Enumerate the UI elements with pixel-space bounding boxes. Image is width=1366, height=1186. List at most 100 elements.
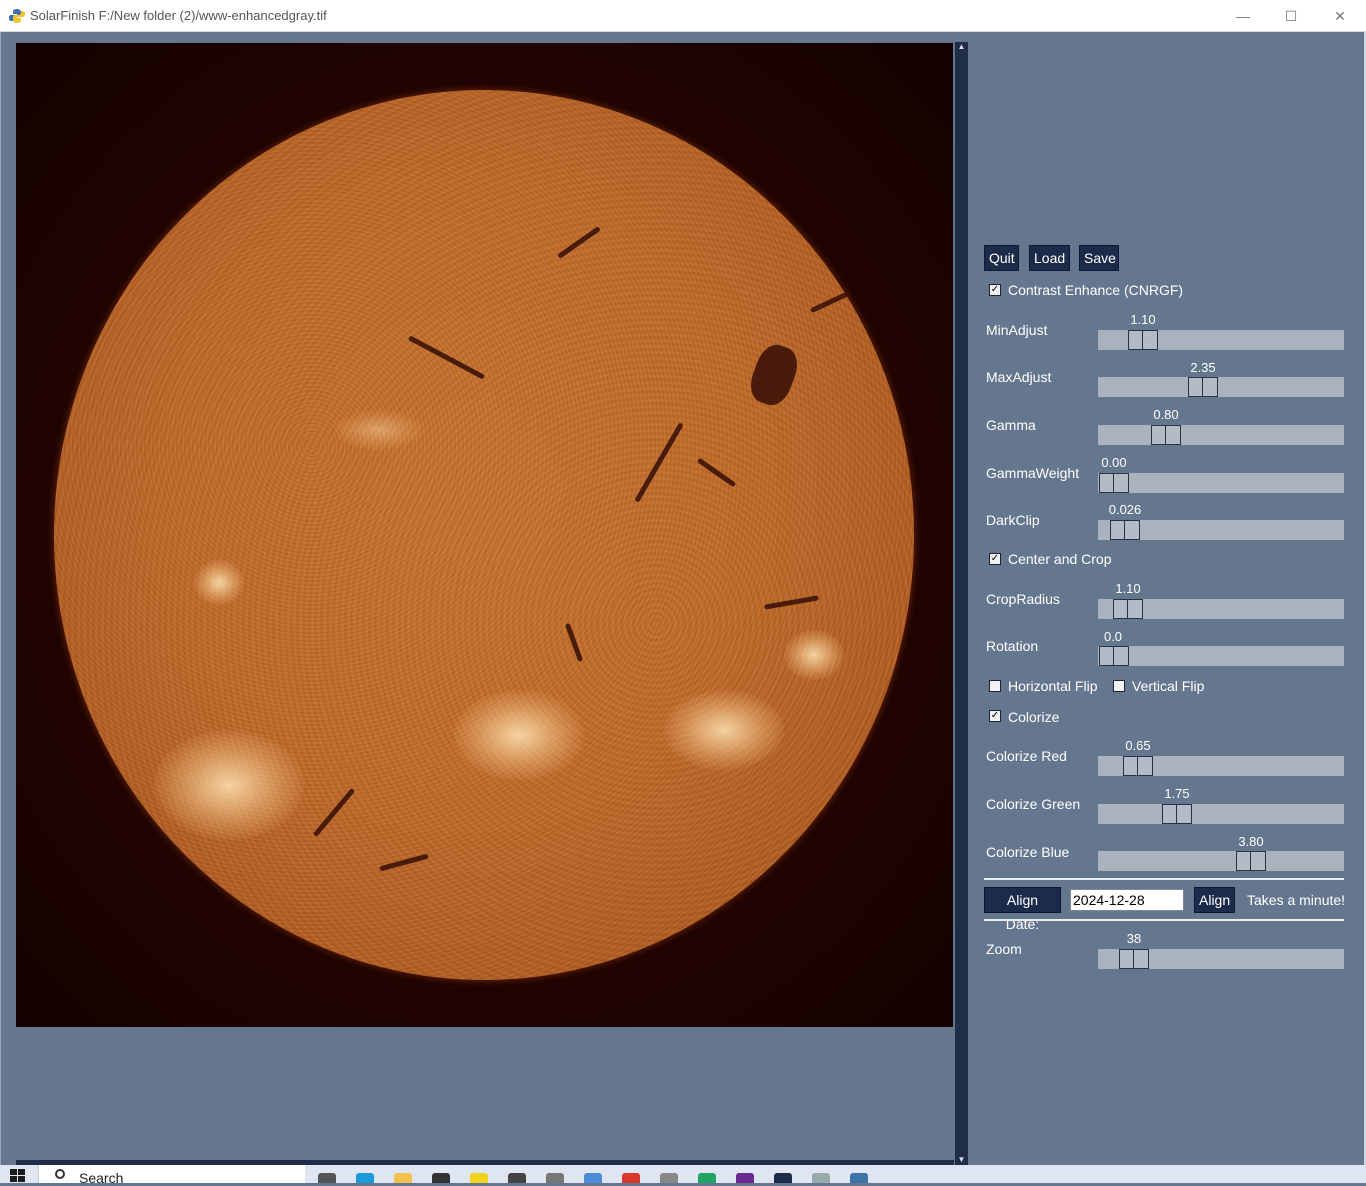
taskbar-search-box[interactable]: Search bbox=[38, 1165, 305, 1186]
taskbar-app-icon[interactable] bbox=[584, 1173, 602, 1183]
taskbar-app-icon[interactable] bbox=[660, 1173, 678, 1183]
slider-thumb[interactable] bbox=[1188, 377, 1218, 397]
window-border-left bbox=[0, 32, 1, 1165]
min-adjust-slider[interactable] bbox=[1098, 330, 1344, 350]
gamma-weight-slider[interactable] bbox=[1098, 473, 1344, 493]
colorize-red-label: Colorize Red bbox=[986, 748, 1067, 764]
save-button[interactable]: Save bbox=[1079, 245, 1119, 271]
separator bbox=[984, 919, 1344, 921]
taskbar-app-icon[interactable] bbox=[546, 1173, 564, 1183]
slider-thumb[interactable] bbox=[1110, 520, 1140, 540]
taskbar-app-icon[interactable] bbox=[470, 1173, 488, 1183]
scroll-up-arrow-icon[interactable]: ▲ bbox=[955, 42, 968, 52]
align-button[interactable]: Align bbox=[1194, 887, 1235, 913]
align-date-input[interactable] bbox=[1070, 889, 1184, 911]
vertical-scrollbar[interactable] bbox=[955, 42, 968, 1165]
taskbar-app-icon[interactable] bbox=[812, 1173, 830, 1183]
sun-surface-texture bbox=[54, 90, 914, 980]
vertical-flip-checkbox[interactable] bbox=[1113, 680, 1125, 692]
align-hint-text: Takes a minute! bbox=[1247, 892, 1346, 908]
min-adjust-label: MinAdjust bbox=[986, 322, 1048, 338]
slider-thumb[interactable] bbox=[1123, 756, 1153, 776]
search-placeholder: Search bbox=[79, 1170, 124, 1186]
slider-thumb[interactable] bbox=[1113, 599, 1143, 619]
close-button[interactable]: ✕ bbox=[1317, 0, 1363, 32]
taskbar-app-icon[interactable] bbox=[508, 1173, 526, 1183]
load-button[interactable]: Load bbox=[1029, 245, 1070, 271]
gamma-weight-label: GammaWeight bbox=[986, 465, 1080, 481]
scroll-down-arrow-icon[interactable]: ▼ bbox=[955, 1155, 968, 1165]
horizontal-flip-checkbox[interactable] bbox=[989, 680, 1001, 692]
max-adjust-value: 2.35 bbox=[1190, 360, 1216, 375]
taskbar-app-icon[interactable] bbox=[622, 1173, 640, 1183]
maximize-button[interactable]: ☐ bbox=[1268, 0, 1314, 32]
python-app-icon bbox=[9, 9, 25, 23]
taskbar-app-icon[interactable] bbox=[736, 1173, 754, 1183]
plage-region bbox=[194, 560, 244, 605]
rotation-value: 0.0 bbox=[1103, 629, 1123, 644]
colorize-green-label: Colorize Green bbox=[986, 796, 1081, 812]
crop-radius-value: 1.10 bbox=[1115, 581, 1141, 596]
max-adjust-slider[interactable] bbox=[1098, 377, 1344, 397]
slider-thumb[interactable] bbox=[1162, 804, 1192, 824]
plage-region bbox=[784, 630, 844, 680]
taskbar: Search bbox=[0, 1165, 1366, 1186]
colorize-green-value: 1.75 bbox=[1164, 786, 1190, 801]
gamma-weight-value: 0.00 bbox=[1101, 455, 1127, 470]
gamma-slider[interactable] bbox=[1098, 425, 1344, 445]
center-and-crop-checkbox[interactable]: ✓ bbox=[989, 553, 1001, 565]
plage-region bbox=[154, 730, 304, 840]
slider-thumb[interactable] bbox=[1119, 949, 1149, 969]
dark-clip-label: DarkClip bbox=[986, 512, 1040, 528]
slider-thumb[interactable] bbox=[1236, 851, 1266, 871]
contrast-enhance-checkbox[interactable]: ✓ bbox=[989, 284, 1001, 296]
center-and-crop-label: Center and Crop bbox=[1008, 551, 1112, 567]
contrast-enhance-label: Contrast Enhance (CNRGF) bbox=[1008, 282, 1184, 298]
gamma-label: Gamma bbox=[986, 417, 1036, 433]
colorize-blue-slider[interactable] bbox=[1098, 851, 1344, 871]
align-date-button[interactable]: Align Date: bbox=[984, 887, 1061, 932]
sun-disk-image bbox=[54, 90, 914, 980]
plage-region bbox=[454, 690, 584, 780]
edge-browser-icon[interactable] bbox=[356, 1173, 374, 1183]
zoom-slider[interactable] bbox=[1098, 949, 1344, 969]
dark-clip-slider[interactable] bbox=[1098, 520, 1344, 540]
crop-radius-label: CropRadius bbox=[986, 591, 1060, 607]
plage-region bbox=[664, 690, 784, 770]
colorize-red-slider[interactable] bbox=[1098, 756, 1344, 776]
taskbar-app-icon[interactable] bbox=[432, 1173, 450, 1183]
quit-button[interactable]: Quit bbox=[984, 245, 1019, 271]
crop-radius-slider[interactable] bbox=[1098, 599, 1344, 619]
max-adjust-label: MaxAdjust bbox=[986, 369, 1052, 385]
colorize-green-slider[interactable] bbox=[1098, 804, 1344, 824]
rotation-slider[interactable] bbox=[1098, 646, 1344, 666]
taskbar-app-icon[interactable] bbox=[774, 1173, 792, 1183]
colorize-checkbox[interactable]: ✓ bbox=[989, 710, 1001, 722]
python-taskbar-icon[interactable] bbox=[850, 1173, 868, 1183]
title-bar: SolarFinish F:/New folder (2)/www-enhanc… bbox=[0, 0, 1366, 32]
slider-thumb[interactable] bbox=[1099, 646, 1129, 666]
colorize-red-value: 0.65 bbox=[1125, 738, 1151, 753]
dark-clip-value: 0.026 bbox=[1108, 502, 1142, 517]
zoom-label: Zoom bbox=[986, 941, 1022, 957]
colorize-label: Colorize bbox=[1008, 709, 1060, 725]
horizontal-flip-label: Horizontal Flip bbox=[1008, 678, 1098, 694]
windows-start-icon[interactable] bbox=[10, 1169, 26, 1183]
slider-thumb[interactable] bbox=[1151, 425, 1181, 445]
solar-image-view[interactable] bbox=[16, 43, 953, 1027]
zoom-value: 38 bbox=[1126, 931, 1142, 946]
vertical-flip-label: Vertical Flip bbox=[1132, 678, 1205, 694]
file-explorer-icon[interactable] bbox=[394, 1173, 412, 1183]
rotation-label: Rotation bbox=[986, 638, 1039, 654]
plage-region bbox=[334, 410, 424, 450]
gamma-value: 0.80 bbox=[1153, 407, 1179, 422]
separator bbox=[984, 878, 1344, 880]
search-icon bbox=[55, 1169, 65, 1179]
window-title: SolarFinish F:/New folder (2)/www-enhanc… bbox=[30, 8, 327, 23]
taskbar-app-icon[interactable] bbox=[698, 1173, 716, 1183]
slider-thumb[interactable] bbox=[1128, 330, 1158, 350]
colorize-blue-value: 3.80 bbox=[1238, 834, 1264, 849]
taskbar-app-icon[interactable] bbox=[318, 1173, 336, 1183]
minimize-button[interactable]: — bbox=[1220, 0, 1266, 32]
slider-thumb[interactable] bbox=[1099, 473, 1129, 493]
